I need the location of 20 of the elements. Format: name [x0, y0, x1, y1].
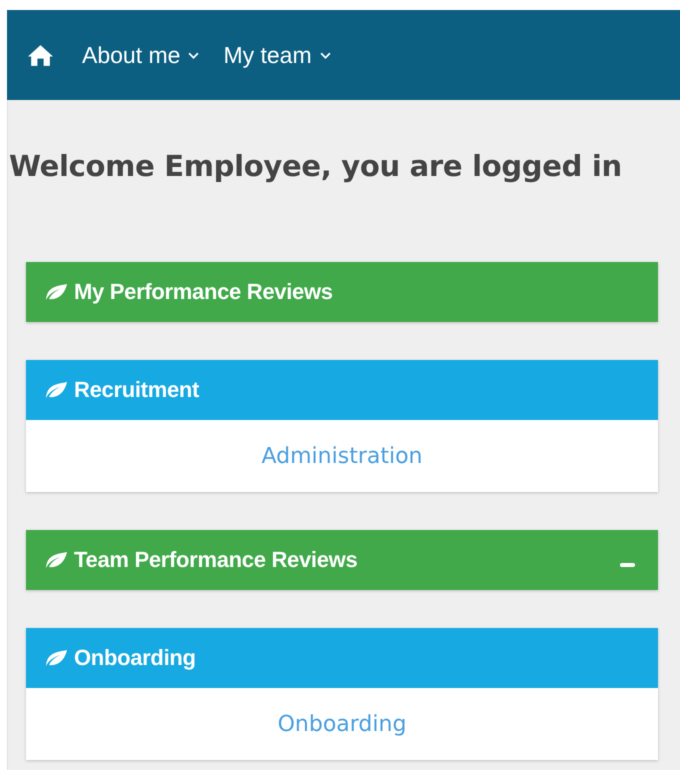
panel-title: Team Performance Reviews: [74, 547, 358, 573]
leaf-icon: [44, 283, 68, 301]
home-icon[interactable]: [27, 44, 54, 66]
leaf-icon: [44, 551, 68, 569]
nav-menu[interactable]: My team: [223, 42, 331, 68]
caret-icon: [320, 52, 331, 58]
leaf-icon: [44, 649, 68, 667]
panel-header[interactable]: Onboarding: [26, 628, 658, 688]
panel-header[interactable]: Team Performance Reviews: [26, 530, 658, 590]
welcome-heading: Welcome Employee, you are logged in: [9, 149, 623, 183]
panel-link[interactable]: Onboarding: [278, 712, 406, 736]
leaf-icon: [44, 381, 68, 399]
panel-header[interactable]: Recruitment: [26, 360, 658, 420]
panel-title: Recruitment: [74, 377, 200, 403]
panel-title: Onboarding: [74, 645, 196, 671]
nav-menu[interactable]: About me: [82, 42, 200, 68]
panel-link[interactable]: Administration: [262, 444, 422, 468]
panel-header[interactable]: My Performance Reviews: [26, 262, 658, 322]
caret-icon: [188, 52, 200, 58]
panel-title: My Performance Reviews: [74, 279, 333, 305]
